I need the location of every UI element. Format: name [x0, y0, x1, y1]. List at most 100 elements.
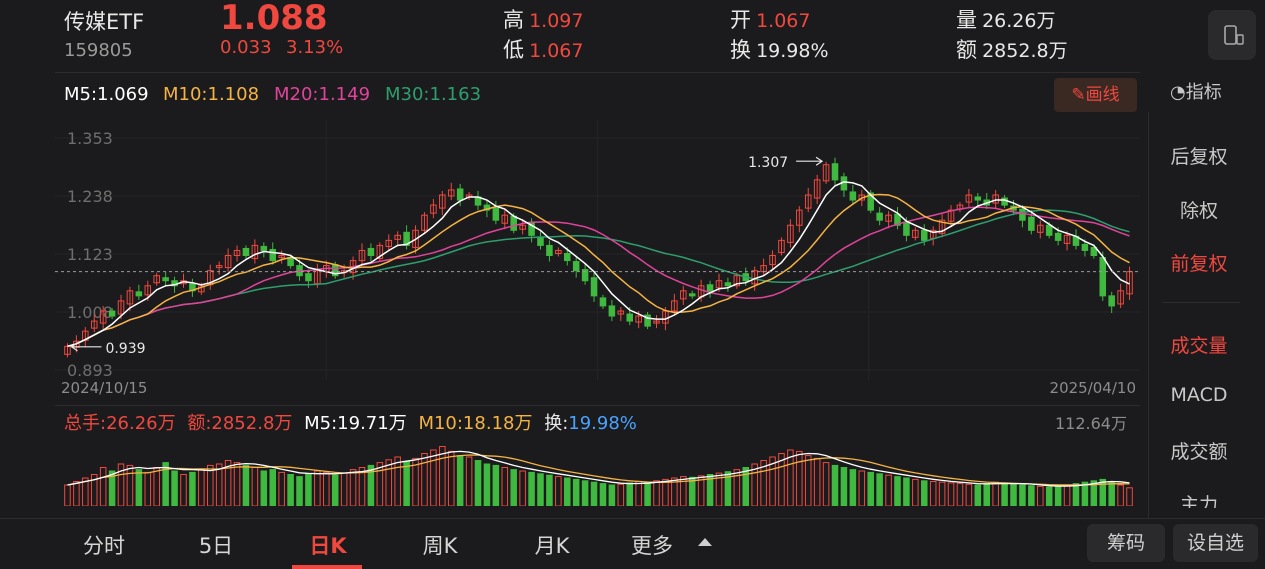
volume-bar [331, 474, 339, 506]
turnover-quote: 换 19.98% [730, 34, 829, 64]
volume-bar [635, 481, 642, 506]
volume-bar [305, 473, 312, 506]
sidebar-item-main-force[interactable]: 主力 [1150, 490, 1248, 508]
high-marker-arrow [796, 156, 824, 166]
bottom-divider [0, 518, 1265, 519]
volume-bar [1063, 484, 1071, 506]
sidebar-section-divider [1162, 302, 1240, 303]
volume-bar [546, 474, 553, 506]
volume-bar [1126, 487, 1133, 506]
turnover-value: 19.98% [756, 40, 829, 62]
volume-bar [644, 481, 651, 506]
kline-chart[interactable]: 1.3531.2381.1231.0080.8931.3070.9392024/… [55, 120, 1140, 405]
candle-body [108, 310, 116, 317]
sidebar-item-volume[interactable]: 成交量 [1150, 331, 1248, 358]
volume-bar [73, 481, 80, 506]
landscape-toggle-button[interactable] [1208, 10, 1256, 60]
high-quote: 高 1.097 [503, 4, 584, 34]
volume-bar [867, 471, 874, 506]
volume-bar [626, 482, 634, 506]
candle-body [876, 212, 883, 221]
gauge-icon: ◔ [1170, 82, 1186, 103]
volume-bar [849, 469, 857, 506]
volume-bar [474, 460, 482, 506]
candle-body [537, 236, 544, 246]
volume-bar [956, 483, 964, 506]
volume-bar [876, 473, 883, 506]
candle-body [724, 282, 732, 287]
sidebar-item-macd[interactable]: MACD [1150, 384, 1248, 406]
ma10-line [67, 193, 1130, 348]
volume-bar [242, 464, 250, 506]
chart-divider [55, 405, 1140, 406]
pencil-icon: ✎ [1071, 85, 1086, 105]
volume-bar [251, 467, 259, 506]
add-watchlist-button[interactable]: 设自选 [1173, 524, 1258, 562]
volume-chart[interactable] [55, 432, 1140, 506]
sidebar-divider [1148, 112, 1149, 518]
low-value: 1.067 [529, 40, 584, 62]
draw-line-button[interactable]: ✎画线 [1054, 78, 1137, 112]
volume-bar [99, 467, 107, 506]
ma5-line [67, 181, 1130, 348]
tab-5day[interactable]: 5日 [186, 530, 246, 560]
volume-bar [599, 483, 607, 506]
start-date-label: 2024/10/15 [61, 379, 147, 397]
low-marker-arrow [70, 342, 102, 352]
amount-label: 额 [956, 38, 977, 62]
volume-bar [1045, 486, 1053, 506]
volume-quote: 量 26.26万 [956, 4, 1056, 34]
tab-monthly-k[interactable]: 月K [520, 530, 584, 560]
volume-bar [813, 457, 821, 506]
candle-body [572, 261, 580, 272]
volume-bar [804, 455, 812, 506]
candle-body [599, 297, 607, 307]
volume-bar [278, 471, 285, 506]
volume-max-label: 112.64万 [1055, 414, 1127, 433]
sidebar-item-amount[interactable]: 成交额 [1150, 437, 1248, 464]
candle-body [510, 215, 517, 231]
tab-weekly-k[interactable]: 周K [408, 530, 472, 560]
sidebar-item-post-adjusted[interactable]: 后复权 [1150, 142, 1248, 169]
volume-turnover-label: 换: [544, 413, 569, 434]
caret-up-icon[interactable] [698, 538, 712, 546]
volume-bar [929, 481, 937, 506]
candle-body [688, 293, 696, 297]
candle-body [1108, 295, 1115, 307]
volume-bar [1019, 484, 1026, 506]
candle-body [1045, 224, 1053, 236]
candle-body [456, 188, 464, 201]
chips-button[interactable]: 筹码 [1087, 524, 1165, 562]
tab-intraday[interactable]: 分时 [72, 530, 136, 560]
candle-body [903, 221, 910, 236]
active-tab-indicator [292, 565, 362, 569]
volume-bar [831, 464, 839, 506]
header-divider [55, 72, 1140, 73]
volume-bar [688, 476, 696, 506]
tab-daily-k[interactable]: 日K [296, 530, 360, 560]
volume-bar [662, 478, 669, 506]
volume-bar [519, 470, 526, 506]
volume-bar [858, 470, 866, 506]
sidebar-item-pre-adjusted[interactable]: 前复权 [1150, 249, 1248, 276]
ma30-legend: M30:1.163 [385, 84, 482, 105]
candle-body [305, 273, 312, 282]
ma20-legend: M20:1.149 [274, 84, 371, 105]
y-tick-label: 1.238 [67, 187, 113, 206]
volume-bar [510, 469, 517, 506]
candle-body [269, 248, 277, 262]
sidebar-item-ex-rights[interactable]: 除权 [1150, 196, 1248, 223]
volume-bar [430, 449, 437, 506]
volume-bar [965, 483, 973, 506]
candle-body [162, 277, 169, 282]
y-tick-label: 1.123 [67, 245, 113, 264]
volume-bar [269, 469, 277, 506]
tab-more[interactable]: 更多 [620, 530, 684, 560]
open-quote: 开 1.067 [730, 4, 811, 34]
indicator-button[interactable]: ◔指标 [1170, 78, 1222, 104]
phone-rotate-icon [1224, 25, 1244, 45]
volume-bar [421, 453, 428, 506]
high-label: 高 [503, 8, 524, 32]
volume-bar [894, 476, 901, 506]
volume-bar [153, 467, 160, 506]
